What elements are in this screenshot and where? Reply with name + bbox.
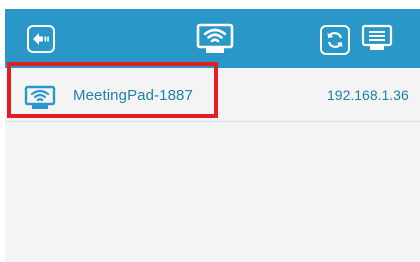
refresh-icon	[327, 32, 343, 48]
device-name: MeetingPad-1887	[73, 87, 193, 104]
back-button[interactable]	[27, 25, 55, 53]
device-row[interactable]: MeetingPad-1887 192.168.1.36	[5, 70, 420, 122]
back-arrow-icon	[33, 33, 49, 45]
screen-mirror-icon	[361, 24, 393, 50]
refresh-button[interactable]	[320, 25, 350, 55]
top-bar	[5, 9, 420, 68]
screen-mirror-wifi-icon	[24, 85, 56, 109]
device-ip: 192.168.1.36	[327, 87, 409, 103]
screen-mirror-button[interactable]	[360, 23, 394, 55]
app-screen: MeetingPad-1887 192.168.1.36	[5, 9, 420, 262]
screen-mirror-title-icon	[195, 22, 235, 56]
